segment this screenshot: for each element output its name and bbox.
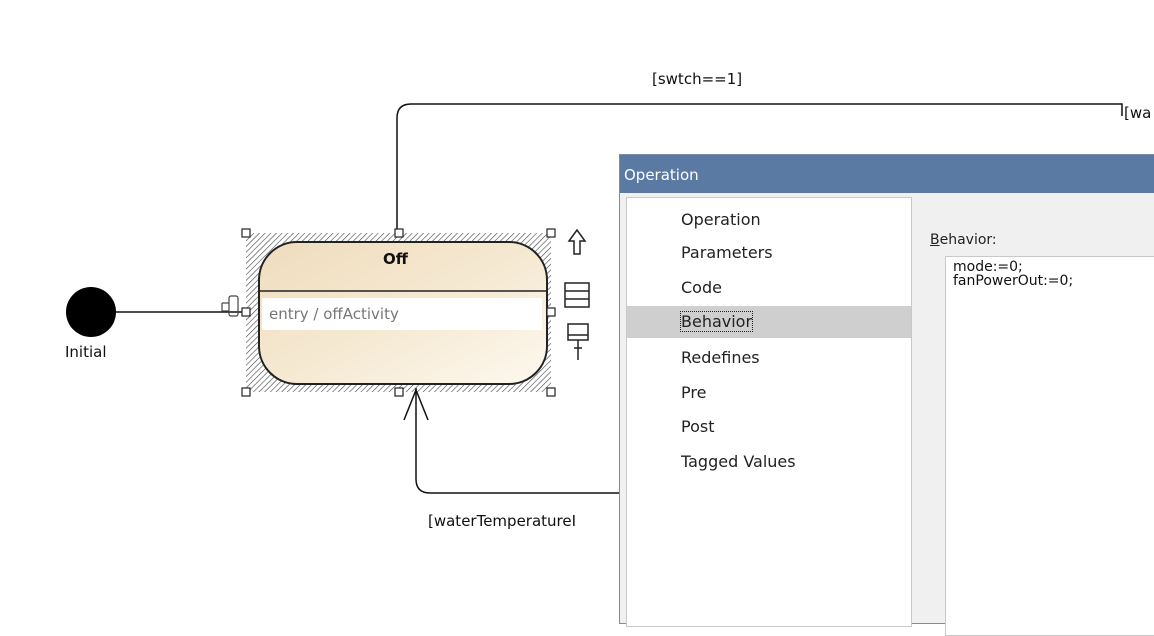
behavior-editor[interactable]: mode:=0; fanPowerOut:=0; [945,256,1154,636]
nav-item-label: Redefines [681,348,760,367]
initial-node[interactable] [66,287,116,337]
transition-bottom[interactable] [415,388,619,494]
connector-icon[interactable] [221,295,239,317]
entry-action[interactable]: entry / offActivity [269,305,399,323]
nav-item-redefines[interactable]: Redefines [627,342,911,374]
nav-item-label: Tagged Values [681,452,796,471]
nav-item-label: Parameters [681,243,773,262]
quicklinker-arrow-icon[interactable] [567,228,587,255]
nav-item-operation[interactable]: Operation [627,204,911,236]
operation-dialog: Operation Operation Parameters Code Beha… [619,154,1154,636]
transition-top-right-label[interactable]: [wa [1124,104,1151,122]
behavior-field-label: Behavior: [930,232,997,248]
behavior-line: fanPowerOut:=0; [953,273,1074,289]
nav-item-label: Code [681,278,722,297]
dialog-nav-list[interactable]: Operation Parameters Code Behavior Redef… [626,197,912,627]
behavior-line: mode:=0; [953,259,1023,275]
transition-bottom-label[interactable]: [waterTemperatureI [428,512,576,530]
dialog-titlebar[interactable]: Operation [620,155,1154,193]
initial-label: Initial [65,343,107,361]
compartment-list-icon[interactable] [564,282,590,308]
nav-item-tagged-values[interactable]: Tagged Values [627,446,911,478]
format-painter-icon[interactable] [567,323,589,360]
nav-item-pre[interactable]: Pre [627,377,911,409]
nav-item-code[interactable]: Code [627,272,911,304]
nav-item-behavior[interactable]: Behavior [627,306,911,338]
nav-item-parameters[interactable]: Parameters [627,237,911,269]
nav-item-label: Operation [681,210,761,229]
dialog-title: Operation [624,166,699,184]
nav-item-post[interactable]: Post [627,411,911,443]
state-name[interactable]: Off [383,250,408,268]
behavior-label-text: ehavior: [939,232,997,248]
behavior-label-mnemonic: B [930,232,940,248]
nav-item-label: Pre [681,383,707,402]
transition-top-label[interactable]: [swtch==1] [652,70,742,88]
nav-item-label: Behavior [679,311,754,332]
nav-item-label: Post [681,417,715,436]
